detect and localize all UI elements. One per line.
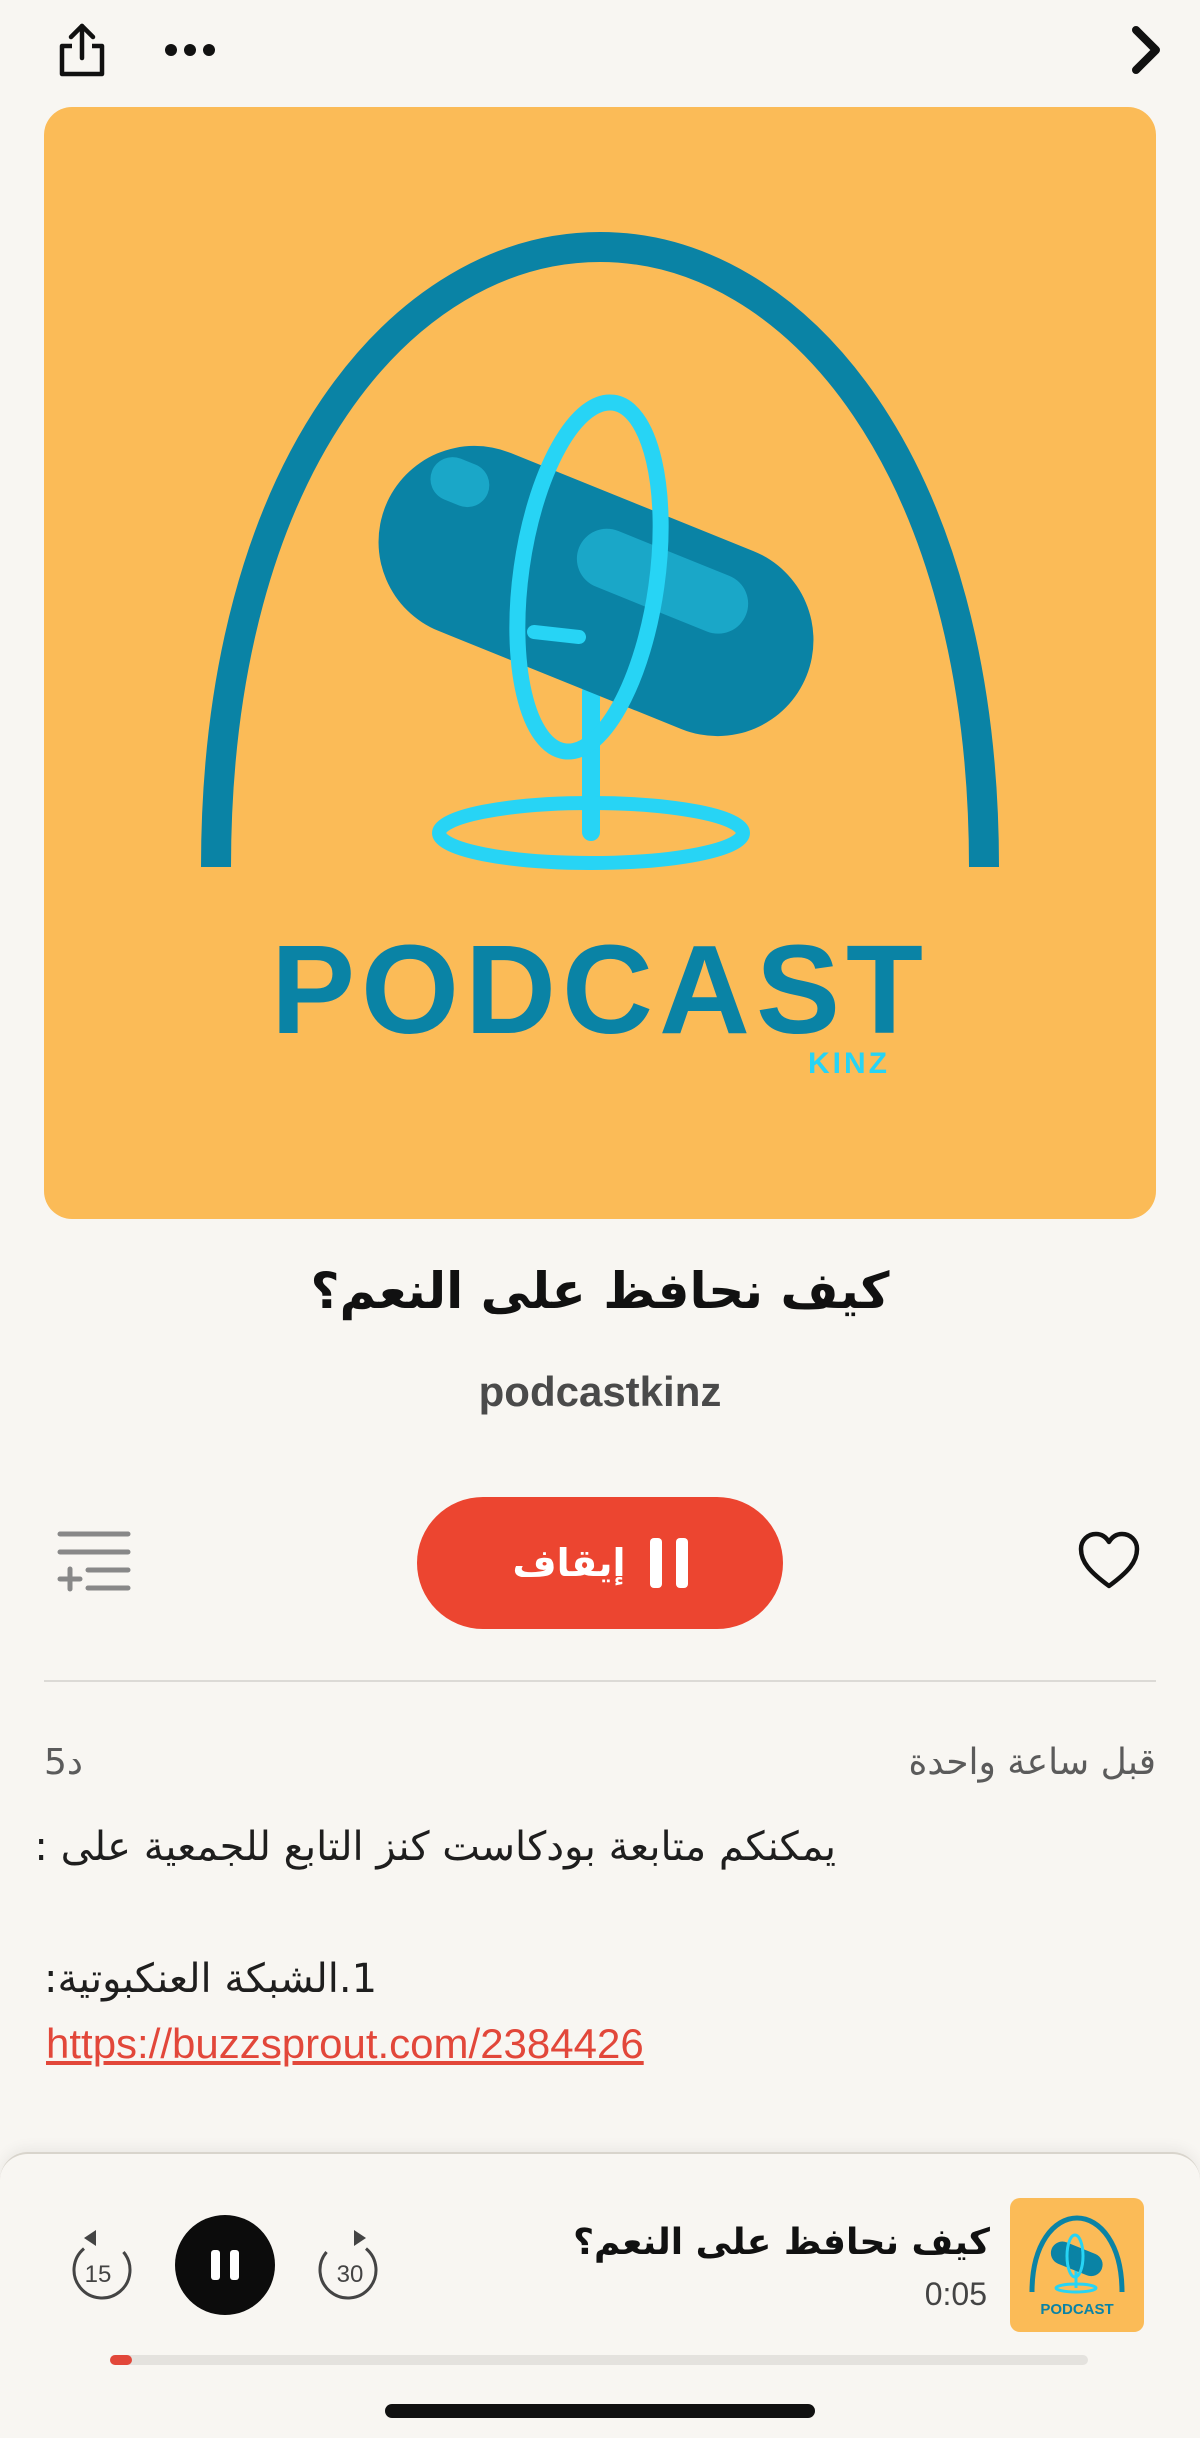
mini-player-title: كيف نحافظ على النعم؟ bbox=[573, 2222, 990, 2263]
heart-icon[interactable] bbox=[1076, 1530, 1142, 1592]
mini-player-elapsed: 0:05 bbox=[924, 2276, 987, 2312]
playback-progress-fill bbox=[110, 2355, 132, 2365]
description-line: يمكنكم متابعة بودكاست كنز التابع للجمعية… bbox=[34, 1824, 836, 1870]
publish-time: قبل ساعة واحدة bbox=[908, 1742, 1156, 1783]
skip-forward-30-icon[interactable]: 30 bbox=[312, 2228, 384, 2308]
show-name-link[interactable]: podcastkinz bbox=[0, 1368, 1200, 1416]
skip-forward-label: 30 bbox=[337, 2261, 364, 2288]
mini-pause-button[interactable] bbox=[175, 2215, 275, 2315]
pause-label: إيقاف bbox=[512, 1541, 626, 1585]
mini-art-text: PODCAST bbox=[1040, 2301, 1113, 2318]
top-bar bbox=[0, 0, 1200, 100]
artwork-brand-text: PODCAST bbox=[271, 919, 929, 1060]
pause-button[interactable]: إيقاف bbox=[417, 1497, 783, 1629]
playback-progress-bar[interactable] bbox=[110, 2355, 1088, 2365]
add-to-queue-icon[interactable] bbox=[56, 1528, 132, 1594]
description-line: 1.الشبكة العنكبوتية: bbox=[44, 1956, 378, 2002]
home-indicator bbox=[385, 2404, 815, 2418]
more-options-icon[interactable] bbox=[150, 14, 230, 86]
chevron-right-icon[interactable] bbox=[1110, 14, 1182, 86]
skip-back-label: 15 bbox=[85, 2261, 112, 2288]
pause-icon bbox=[649, 1538, 688, 1588]
episode-duration: 5د bbox=[44, 1742, 83, 1783]
episode-title: كيف نحافظ على النعم؟ bbox=[310, 1262, 890, 1320]
mini-player-artwork[interactable]: PODCAST bbox=[1010, 2198, 1144, 2332]
podcast-artwork: PODCAST KINZ bbox=[44, 107, 1156, 1219]
divider bbox=[44, 1680, 1156, 1682]
artwork-brand-sub: KINZ bbox=[808, 1047, 890, 1080]
skip-back-15-icon[interactable]: 15 bbox=[66, 2228, 138, 2308]
share-icon[interactable] bbox=[46, 14, 118, 86]
description-link[interactable]: https://buzzsprout.com/2384426 bbox=[46, 2020, 644, 2068]
